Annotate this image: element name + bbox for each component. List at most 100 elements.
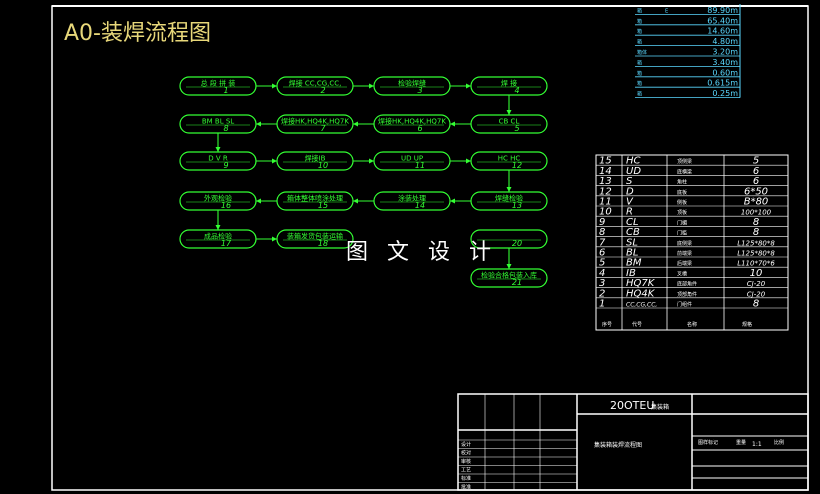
length-table-value: 3.20m xyxy=(712,48,738,57)
flow-node-number: 17 xyxy=(221,239,232,248)
flow-arrowhead xyxy=(506,264,512,269)
length-table-value: 14.60m xyxy=(707,27,738,36)
flow-arrowhead xyxy=(215,147,221,152)
title-block: 20OTEU 集装箱 集装箱装焊流程图 1:1 设计校对审核工艺标准批准 图样标记… xyxy=(457,393,809,491)
parts-row-spec: 100*100 xyxy=(741,209,772,217)
parts-row-code: CC,CG,CC, xyxy=(626,302,657,309)
parts-row-spec: 10 xyxy=(750,268,763,279)
flow-node: 焊接 CC,CG,CC,2 xyxy=(276,76,354,96)
length-table-value: 0.25m xyxy=(712,89,738,98)
watermark-text: 图 文 设 计 xyxy=(346,240,497,265)
flow-node-number: 11 xyxy=(415,161,425,170)
flow-node: 焊 接4 xyxy=(470,76,548,96)
flow-node: HC HC12 xyxy=(470,151,548,171)
parts-row-spec: B*80 xyxy=(744,197,769,208)
parts-row-spec: CJ-20 xyxy=(747,280,766,288)
flow-arrowhead xyxy=(272,158,277,164)
parts-row-name: 顶侧梁 xyxy=(677,158,692,165)
flow-node-label: 装箱发货包装运输 xyxy=(287,232,343,241)
flow-node-label: 焊接HK,HQ4K,HQ7K xyxy=(378,117,446,126)
length-table-value: 0.615m xyxy=(707,79,738,88)
parts-row-name: 顶部角件 xyxy=(677,291,697,298)
parts-row-name: 底横梁 xyxy=(677,168,692,175)
flow-node: UD UP11 xyxy=(373,151,451,171)
parts-row-name: 底板 xyxy=(677,189,687,196)
flow-arrowhead xyxy=(353,198,358,204)
parts-row-name: 前端梁 xyxy=(677,250,692,257)
parts-row-name: 底侧梁 xyxy=(677,240,692,247)
flow-node: 检验焊缝3 xyxy=(373,76,451,96)
flow-arrowhead xyxy=(272,83,277,89)
length-table-code: 箱 xyxy=(637,70,642,77)
length-table-value: 4.80m xyxy=(712,37,738,46)
flow-node: CB CL5 xyxy=(470,114,548,134)
title-block-label: 标准 xyxy=(461,475,471,482)
length-table-value: 0.60m xyxy=(712,68,738,77)
parts-row-name: 门组件 xyxy=(677,301,692,308)
parts-table-header: 序号 xyxy=(602,321,612,328)
length-table-code: 箱 xyxy=(637,59,642,66)
flow-node-number: 18 xyxy=(318,239,328,248)
flow-node-number: 16 xyxy=(221,201,231,210)
flow-arrowhead xyxy=(466,83,471,89)
parts-table: 15 HC 顶侧梁 514 UD 底横梁 613 S 角柱 612 D 底板 6*5011 V 侧板 B*80… xyxy=(595,154,789,331)
parts-row-spec: CJ-20 xyxy=(747,290,766,298)
flow-node: 涂装处理14 xyxy=(373,191,451,211)
length-table-code: 箱 xyxy=(637,91,642,98)
flow-arrowhead xyxy=(450,198,455,204)
flow-node-label: 焊接 CC,CG,CC, xyxy=(289,79,342,88)
length-table-code: 箱体 xyxy=(637,49,647,56)
drawing-name-text: 集装箱装焊流程图 xyxy=(594,441,642,449)
flow-node: 外观检验16 xyxy=(179,191,257,211)
flow-arrowhead xyxy=(369,83,374,89)
flow-arrowhead xyxy=(353,121,358,127)
flow-node: D V R9 xyxy=(179,151,257,171)
length-table: 箱 E 89.90m 箱 65.40m 箱 14.60m 箱 4.80m 箱体 3.20m 箱 3.40… xyxy=(635,4,741,98)
flow-node: 装箱发货包装运输18 xyxy=(276,229,354,249)
flow-node-number: 10 xyxy=(318,161,328,170)
flow-node-number: 15 xyxy=(318,201,328,210)
flow-node: BM BL SL8 xyxy=(179,114,257,134)
flow-node-number: 14 xyxy=(415,201,425,210)
flow-node-label: 检验合格包装入库 xyxy=(481,271,537,280)
flow-arrowhead xyxy=(506,110,512,115)
flow-node-number: 13 xyxy=(512,201,522,210)
flow-node: 焊接IB10 xyxy=(276,151,354,171)
length-table-code: 箱 xyxy=(637,28,642,35)
flow-arrowhead xyxy=(256,121,261,127)
length-table-code: 箱 xyxy=(637,7,642,14)
parts-row-name: 叉槽 xyxy=(677,270,687,277)
flow-arrowhead xyxy=(272,236,277,242)
flow-node-number: 9 xyxy=(223,161,228,170)
parts-row-name: 门槛 xyxy=(677,230,687,237)
length-table-code: 箱 xyxy=(637,18,642,25)
model-suffix-text: 集装箱 xyxy=(651,403,669,411)
flow-node-number: 8 xyxy=(223,124,228,133)
parts-row-name: 后端梁 xyxy=(677,260,692,267)
flow-node-number: 6 xyxy=(417,124,422,133)
parts-row-name: 底部角件 xyxy=(677,281,697,288)
parts-row-no: 1 xyxy=(599,299,605,310)
flow-node-label: 总 段 拼 装 xyxy=(201,79,236,88)
parts-row-name: 侧板 xyxy=(677,199,687,206)
flow-arrowhead xyxy=(450,121,455,127)
length-table-code: 箱 xyxy=(637,39,642,46)
flow-node-number: 5 xyxy=(514,124,519,133)
flow-node-number: 20 xyxy=(512,239,522,248)
flow-node-label: BM BL SL xyxy=(202,118,234,126)
parts-row-spec: 8 xyxy=(753,227,759,238)
title-block-label: 校对 xyxy=(461,450,471,457)
parts-row-spec: L125*80*8 xyxy=(737,239,775,247)
title-block-right-label: 重量 xyxy=(736,439,746,446)
parts-table-header: 代号 xyxy=(632,321,642,328)
title-block-label: 设计 xyxy=(461,441,471,448)
flow-node-label: 箱体整体喷涂处理 xyxy=(287,194,343,203)
flow-node: 检验合格包装入库21 xyxy=(470,268,548,288)
title-block-label: 工艺 xyxy=(461,468,471,474)
flow-node-number: 2 xyxy=(320,86,325,95)
parts-row-name: 角柱 xyxy=(677,179,687,186)
model-text: 20OTEU xyxy=(610,399,654,412)
parts-row-spec: 8 xyxy=(753,299,759,310)
flow-node-number: 21 xyxy=(512,278,522,287)
length-table-value: 89.90m xyxy=(707,6,738,15)
